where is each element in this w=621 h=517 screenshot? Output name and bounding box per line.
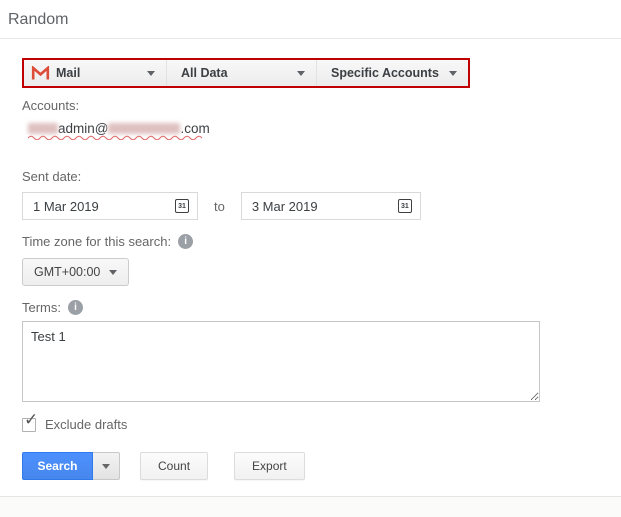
checkmark-icon: ✓ <box>24 411 38 428</box>
count-button[interactable]: Count <box>140 452 208 480</box>
calendar-icon[interactable]: 31 <box>175 199 189 213</box>
export-button[interactable]: Export <box>234 452 305 480</box>
account-email: admin@ .com <box>28 120 210 137</box>
terms-label: Terms: <box>22 300 61 315</box>
info-icon[interactable]: i <box>68 300 83 315</box>
service-dropdown-label: Mail <box>56 66 80 80</box>
email-visible-prefix: admin@ <box>58 121 108 136</box>
exclude-drafts-checkbox[interactable]: ✓ <box>22 418 36 432</box>
accounts-scope-dropdown-label: Specific Accounts <box>331 66 439 80</box>
service-dropdown[interactable]: Mail <box>24 60 166 86</box>
date-to-input[interactable]: 3 Mar 2019 31 <box>241 192 421 220</box>
exclude-drafts-label: Exclude drafts <box>45 417 127 432</box>
footer-strip <box>0 497 621 517</box>
date-to-value: 3 Mar 2019 <box>252 199 318 214</box>
date-from-value: 1 Mar 2019 <box>33 199 99 214</box>
date-range-row: 1 Mar 2019 31 to 3 Mar 2019 31 <box>22 192 621 220</box>
date-from-input[interactable]: 1 Mar 2019 31 <box>22 192 198 220</box>
chevron-down-icon <box>297 71 305 76</box>
chevron-down-icon <box>147 71 155 76</box>
chevron-down-icon <box>102 464 110 469</box>
accounts-scope-dropdown[interactable]: Specific Accounts <box>316 60 468 86</box>
terms-label-row: Terms: i <box>22 300 621 315</box>
terms-textarea[interactable]: Test 1 <box>22 321 540 402</box>
data-scope-dropdown-label: All Data <box>181 66 228 80</box>
search-options-dropdown-button[interactable] <box>93 452 120 480</box>
timezone-dropdown[interactable]: GMT+00:00 <box>22 258 129 286</box>
gmail-icon <box>31 66 50 81</box>
exclude-drafts-row: ✓ Exclude drafts <box>22 417 621 432</box>
calendar-icon[interactable]: 31 <box>398 199 412 213</box>
chevron-down-icon <box>449 71 457 76</box>
spellcheck-squiggle <box>28 135 204 140</box>
sent-date-label: Sent date: <box>22 169 621 184</box>
page-title: Random <box>0 0 621 38</box>
info-icon[interactable]: i <box>178 234 193 249</box>
redacted-text <box>28 123 58 134</box>
data-scope-dropdown[interactable]: All Data <box>166 60 316 86</box>
accounts-label: Accounts: <box>22 98 621 113</box>
action-buttons-row: Search Count Export <box>22 452 621 480</box>
top-divider <box>0 38 621 39</box>
date-range-separator: to <box>214 199 225 214</box>
timezone-value: GMT+00:00 <box>34 265 100 279</box>
redacted-text <box>108 123 180 134</box>
search-scope-toolbar: Mail All Data Specific Accounts <box>22 58 470 88</box>
timezone-label-row: Time zone for this search: i <box>22 234 621 249</box>
email-visible-suffix: .com <box>180 121 209 136</box>
search-button[interactable]: Search <box>22 452 93 480</box>
chevron-down-icon <box>109 270 117 275</box>
timezone-label: Time zone for this search: <box>22 234 171 249</box>
